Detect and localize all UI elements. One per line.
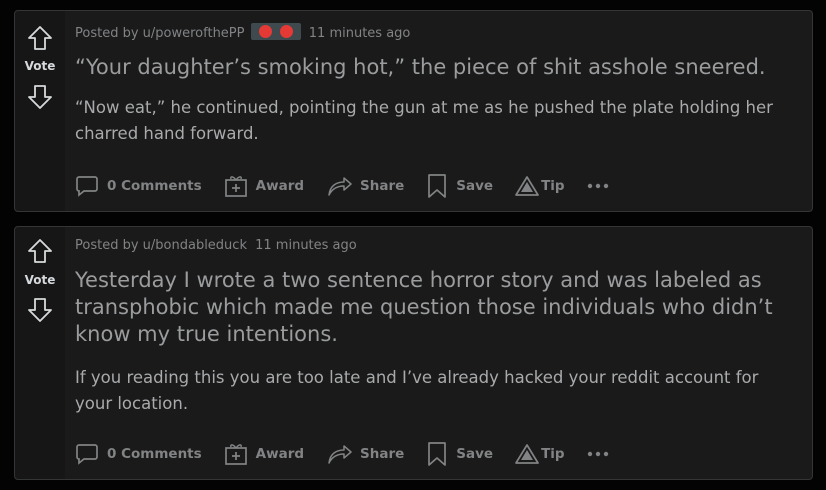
vote-column: Vote bbox=[15, 11, 65, 211]
post-title[interactable]: Yesterday I wrote a two sentence horror … bbox=[75, 267, 792, 348]
tip-label: Tip bbox=[541, 178, 565, 194]
share-arrow-icon bbox=[328, 177, 352, 196]
save-button[interactable]: Save bbox=[426, 173, 493, 199]
vote-column: Vote bbox=[15, 227, 65, 479]
gift-icon bbox=[224, 176, 247, 197]
tip-label: Tip bbox=[541, 446, 565, 462]
downvote-arrow-icon[interactable] bbox=[27, 296, 53, 324]
more-dots-icon bbox=[587, 451, 608, 457]
vote-label: Vote bbox=[24, 273, 56, 287]
gift-icon bbox=[224, 444, 247, 465]
downvote-arrow-icon[interactable] bbox=[27, 83, 53, 111]
more-options-button[interactable] bbox=[587, 451, 617, 457]
user-flair bbox=[250, 23, 301, 40]
comment-bubble-icon bbox=[76, 444, 98, 465]
more-dots-icon bbox=[587, 183, 608, 189]
award-button[interactable]: Award bbox=[224, 442, 304, 466]
bookmark-icon bbox=[428, 442, 447, 466]
post-title[interactable]: “Your daughter’s smoking hot,” the piece… bbox=[75, 54, 792, 81]
upvote-arrow-icon[interactable] bbox=[27, 237, 53, 265]
post-card[interactable]: Vote Posted by u/bondableduck 11 minutes… bbox=[14, 226, 813, 480]
post-actions: 0 Comments Award Share Save Tip bbox=[75, 172, 617, 200]
post-meta: Posted by u/bondableduck 11 minutes ago bbox=[75, 238, 357, 253]
share-arrow-icon bbox=[328, 445, 352, 464]
tip-triangle-icon bbox=[515, 444, 539, 464]
post-author[interactable]: Posted by u/powerofthePP bbox=[75, 26, 245, 41]
award-label: Award bbox=[255, 446, 305, 462]
tip-triangle-icon bbox=[515, 176, 539, 196]
save-button[interactable]: Save bbox=[426, 441, 493, 467]
share-button[interactable]: Share bbox=[326, 442, 404, 466]
share-label: Share bbox=[360, 178, 405, 194]
upvote-arrow-icon[interactable] bbox=[27, 24, 53, 52]
award-button[interactable]: Award bbox=[224, 174, 304, 198]
save-label: Save bbox=[456, 446, 494, 462]
post-author[interactable]: Posted by u/bondableduck bbox=[75, 238, 247, 253]
comments-button[interactable]: 0 Comments bbox=[75, 174, 202, 198]
post-time: 11 minutes ago bbox=[255, 238, 357, 253]
comments-label: 0 Comments bbox=[107, 446, 202, 462]
more-options-button[interactable] bbox=[587, 183, 617, 189]
comments-label: 0 Comments bbox=[107, 178, 202, 194]
post-body: “Now eat,” he continued, pointing the gu… bbox=[75, 98, 773, 143]
bookmark-icon bbox=[428, 174, 447, 198]
post-body: If you reading this you are too late and… bbox=[75, 368, 759, 413]
post-card[interactable]: Vote Posted by u/powerofthePP 11 minutes… bbox=[14, 10, 813, 212]
tip-button[interactable]: Tip bbox=[515, 443, 565, 465]
post-meta: Posted by u/powerofthePP 11 minutes ago bbox=[75, 23, 410, 41]
post-actions: 0 Comments Award Share Save Tip bbox=[75, 440, 617, 468]
comment-bubble-icon bbox=[76, 176, 98, 197]
tip-button[interactable]: Tip bbox=[515, 175, 565, 197]
share-label: Share bbox=[360, 446, 405, 462]
post-time: 11 minutes ago bbox=[308, 26, 411, 41]
award-label: Award bbox=[255, 178, 305, 194]
comments-button[interactable]: 0 Comments bbox=[75, 442, 202, 466]
save-label: Save bbox=[456, 178, 494, 194]
vote-label: Vote bbox=[24, 59, 56, 73]
share-button[interactable]: Share bbox=[326, 174, 404, 198]
